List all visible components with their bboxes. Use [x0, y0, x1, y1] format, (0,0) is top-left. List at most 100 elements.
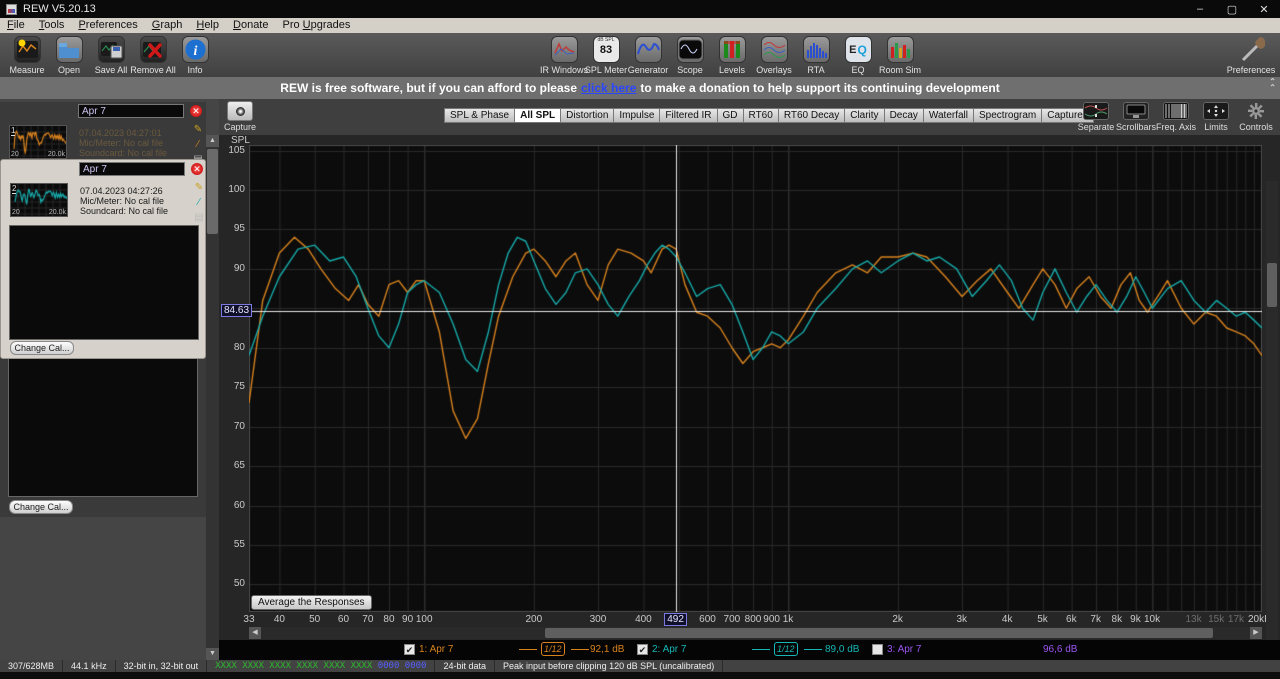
horizontal-scrollbar[interactable]: ◀ ▶ [249, 627, 1262, 639]
tab-decay[interactable]: Decay [884, 108, 924, 123]
generator-button[interactable]: Generator [627, 33, 669, 75]
delete-measurement-icon[interactable]: ✕ [190, 105, 202, 117]
overlays-button[interactable]: Overlays [753, 33, 795, 75]
banner-collapse-icon[interactable]: ⌃ ⌃ [1269, 78, 1276, 92]
measurement-name-input[interactable] [79, 162, 185, 176]
tab-gd[interactable]: GD [717, 108, 744, 123]
x-tick-90: 90 [402, 614, 414, 625]
preferences-button[interactable]: Preferences [1227, 33, 1275, 75]
y-tick-100: 100 [228, 183, 245, 195]
sidebar-scroll-thumb[interactable] [207, 149, 218, 234]
toolbar-label: EQ [851, 65, 865, 75]
measurements-sidebar: Collapse « ✕12020.0k07.04.2023 04:27:01M… [0, 99, 219, 660]
scroll-down-icon[interactable]: ▼ [206, 648, 219, 660]
tab-distortion[interactable]: Distortion [561, 108, 615, 123]
menu-item-tools[interactable]: Tools [32, 18, 72, 33]
eq-button[interactable]: E Q EQ [837, 33, 879, 75]
x-tick-5k: 5k [1037, 614, 1048, 625]
x-tick-15k: 15k [1208, 614, 1225, 625]
info-icon: i [181, 36, 209, 63]
banner-text-pre: REW is free software, but if you can aff… [280, 81, 577, 95]
measurement-name-input[interactable] [78, 104, 184, 118]
legend-checkbox-3[interactable] [872, 644, 883, 655]
graph-button-label: Freq. Axis [1156, 122, 1197, 132]
tab-filtered-ir[interactable]: Filtered IR [660, 108, 718, 123]
delete-measurement-icon[interactable]: ✕ [191, 163, 203, 175]
tab-rt60[interactable]: RT60 [743, 108, 779, 123]
spl-chart-canvas[interactable] [249, 145, 1262, 612]
hscroll-thumb[interactable] [545, 628, 1213, 638]
close-button[interactable]: ✕ [1248, 0, 1280, 18]
freq-axis-button[interactable]: Freq. Axis [1156, 99, 1196, 132]
vscroll-thumb[interactable] [1267, 263, 1277, 307]
rta-button[interactable]: RTA [795, 33, 837, 75]
menu-item-help[interactable]: Help [189, 18, 226, 33]
legend-checkbox-2[interactable]: ✔ [637, 644, 648, 655]
tab-all-spl[interactable]: All SPL [515, 108, 562, 123]
spl-meter-button[interactable]: dB SPL 83 SPL Meter [585, 33, 627, 75]
tab-clarity[interactable]: Clarity [845, 108, 885, 123]
smoothing-badge-1[interactable]: 1/12 [541, 642, 565, 656]
donation-banner: REW is free software, but if you can aff… [0, 77, 1280, 99]
menu-item-file[interactable]: File [0, 18, 32, 33]
scrollbars-button[interactable]: Scrollbars [1116, 99, 1156, 132]
average-responses-button[interactable]: Average the Responses [251, 595, 372, 610]
measurement-panel-2[interactable]: ✕ 2 20 20.0k 07.04.2023 04:27:26Mic/Meter: N… [0, 159, 206, 359]
x-tick-1k: 1k [782, 614, 794, 625]
tab-impulse[interactable]: Impulse [614, 108, 661, 123]
room-sim-button[interactable]: Room Sim [879, 33, 921, 75]
change-cal-button[interactable]: Change Cal... [10, 341, 74, 355]
legend-checkbox-1[interactable]: ✔ [404, 644, 415, 655]
menu-item-donate[interactable]: Donate [226, 18, 275, 33]
x-tick-8k: 8k [1111, 614, 1123, 625]
x-tick-60: 60 [337, 614, 350, 625]
info-button[interactable]: i Info [174, 33, 216, 75]
scroll-right-icon[interactable]: ▶ [1250, 627, 1262, 639]
open-button[interactable]: Open [48, 33, 90, 75]
tab-spl-phase[interactable]: SPL & Phase [444, 108, 516, 123]
notes-area[interactable] [8, 352, 198, 497]
capture-button[interactable] [227, 101, 253, 121]
graph-button-label: Separate [1077, 122, 1115, 132]
scroll-up-icon[interactable]: ▲ [206, 135, 219, 147]
remove-all-button[interactable]: Remove All [130, 33, 176, 75]
measure-button[interactable]: Measure [6, 33, 48, 75]
controls-button[interactable]: Controls [1236, 99, 1276, 132]
levels-button[interactable]: Levels [711, 33, 753, 75]
notes-area[interactable] [9, 225, 199, 340]
smoothing-badge-2[interactable]: 1/12 [774, 642, 798, 656]
x-tick-700: 700 [723, 614, 741, 625]
scroll-left-icon[interactable]: ◀ [249, 627, 261, 639]
maximize-button[interactable]: ▢ [1216, 0, 1248, 18]
x-tick-33: 33 [243, 614, 255, 625]
ir-windows-button[interactable]: IR Windows [540, 33, 588, 75]
generator-icon [634, 36, 662, 63]
separate-icon [1083, 102, 1109, 120]
camera-icon [235, 106, 245, 116]
open-icon [55, 36, 83, 63]
x-tick-2k: 2k [892, 614, 903, 625]
menu-item-graph[interactable]: Graph [145, 18, 190, 33]
tab-rt60-decay[interactable]: RT60 Decay [778, 108, 846, 123]
measurement-number: 2 [12, 184, 17, 194]
controls-icon [1243, 102, 1269, 120]
separate-button[interactable]: Separate [1076, 99, 1116, 132]
tab-waterfall[interactable]: Waterfall [923, 108, 975, 123]
edit-icon[interactable]: ✎ [193, 182, 205, 197]
menu-item-preferences[interactable]: Preferences [71, 18, 144, 33]
sidebar-scrollbar[interactable]: ▲ ▼ [206, 135, 219, 660]
limits-button[interactable]: Limits [1196, 99, 1236, 132]
vertical-scrollbar[interactable] [1266, 181, 1278, 648]
edit-icon[interactable]: ✎ [192, 124, 204, 139]
trace-color-icon[interactable]: ⁄ [193, 197, 205, 212]
trace-color-icon[interactable]: ⁄ [192, 139, 204, 154]
scope-button[interactable]: Scope [669, 33, 711, 75]
save-all-button[interactable]: Save All [90, 33, 132, 75]
change-cal-button[interactable]: Change Cal... [9, 500, 73, 514]
thumb-range-left: 20 [12, 209, 20, 216]
tab-spectrogram[interactable]: Spectrogram [974, 108, 1043, 123]
thumb-range-right: 20.0k [47, 151, 65, 158]
menu-item-pro-upgrades[interactable]: Pro Upgrades [275, 18, 357, 33]
donate-link[interactable]: click here [581, 81, 636, 95]
minimize-button[interactable]: – [1184, 0, 1216, 18]
